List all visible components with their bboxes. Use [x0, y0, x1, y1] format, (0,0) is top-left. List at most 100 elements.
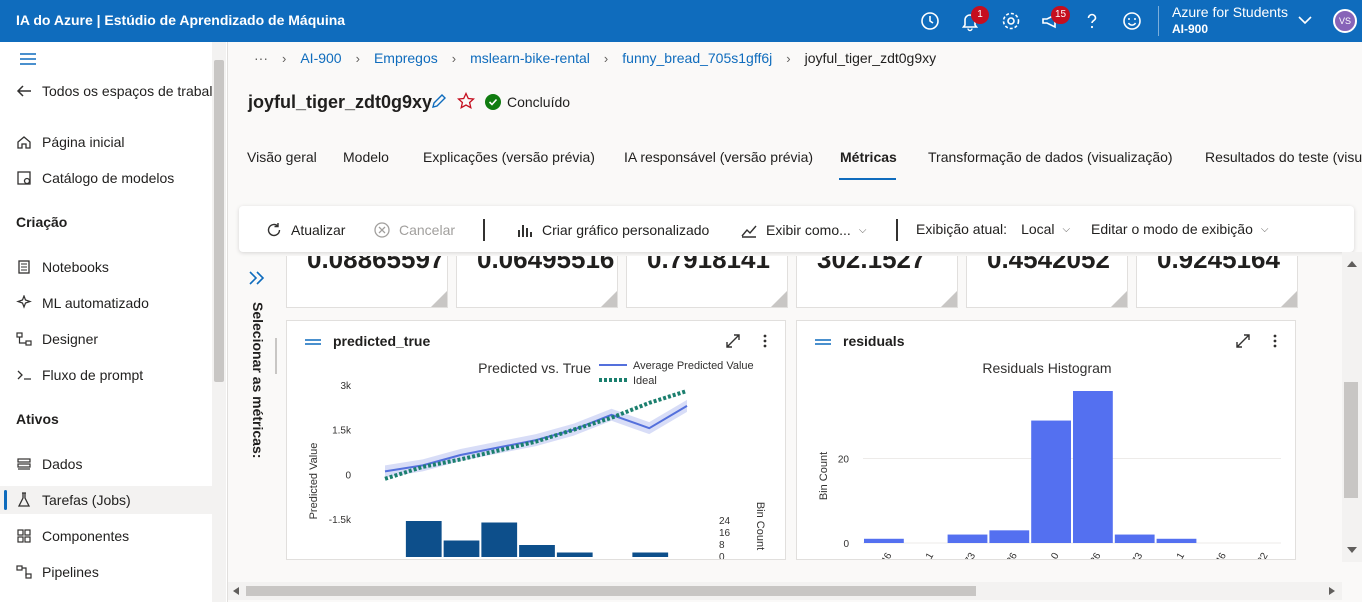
- sidebar-item-designer[interactable]: Designer: [16, 328, 98, 350]
- cancel-label: Cancelar: [399, 222, 456, 238]
- bin-bar: [556, 552, 593, 557]
- notebook-icon: [18, 260, 30, 274]
- bin-axis-label: Bin Count: [754, 502, 766, 550]
- x-tick-label: -344.36 – 0: [1027, 551, 1062, 560]
- sidebar-scrollbar-thumb[interactable]: [214, 60, 224, 382]
- x-tick-label: -1,033.1: [908, 551, 936, 560]
- bar-chart-icon: [518, 225, 532, 237]
- section-create: Criação: [16, 214, 68, 230]
- expand-icon[interactable]: [1235, 333, 1251, 349]
- sidebar-item-automl[interactable]: ML automatizado: [16, 292, 149, 314]
- histogram-bar: [947, 534, 988, 543]
- breadcrumb-separator: ›: [786, 50, 791, 66]
- sidebar-item-home[interactable]: Página inicial: [16, 131, 125, 153]
- y-tick-label: 1.5k: [332, 426, 352, 437]
- more-vertical-icon[interactable]: [757, 333, 773, 349]
- sidebar-item-label: ML automatizado: [42, 295, 149, 311]
- cancel-button[interactable]: Cancelar: [373, 221, 455, 239]
- tab-model[interactable]: Modelo: [343, 149, 389, 165]
- bin-tick-label: 8: [719, 540, 725, 551]
- breadcrumb-item[interactable]: mslearn-bike-rental: [470, 50, 590, 66]
- prompt-flow-icon: [17, 370, 31, 380]
- expand-icon[interactable]: [725, 333, 741, 349]
- sidebar-item-data[interactable]: Dados: [16, 453, 82, 475]
- scroll-up-icon[interactable]: [1346, 260, 1358, 268]
- refresh-button[interactable]: Atualizar: [265, 221, 345, 239]
- scroll-down-icon[interactable]: [1346, 546, 1358, 554]
- scroll-right-icon[interactable]: [1328, 586, 1336, 596]
- sidebar-item-model-catalog[interactable]: Catálogo de modelos: [16, 167, 174, 189]
- bin-tick-label: 24: [719, 516, 731, 527]
- sidebar-item-jobs[interactable]: Tarefas (Jobs): [16, 489, 131, 511]
- scroll-left-icon[interactable]: [232, 586, 240, 596]
- check-circle-icon: [485, 94, 501, 110]
- main-horizontal-scrollbar-thumb[interactable]: [246, 586, 976, 596]
- view-as-dropdown[interactable]: Exibir como... ⌵: [740, 221, 866, 239]
- main-vertical-scrollbar-thumb[interactable]: [1344, 382, 1358, 498]
- chevron-down-icon[interactable]: [1298, 15, 1312, 25]
- y-tick-label: 3k: [340, 381, 352, 392]
- bin-tick-label: 16: [719, 528, 731, 539]
- legend-label: Ideal: [633, 375, 657, 387]
- tab-responsible-ai[interactable]: IA responsável (versão prévia): [624, 149, 813, 165]
- predicted-true-card: predicted_true Predicted vs. True Averag…: [286, 320, 786, 560]
- metric-card: 302.1527: [796, 256, 958, 308]
- resize-handle[interactable]: [275, 338, 277, 374]
- sidebar-item-prompt-flow[interactable]: Fluxo de prompt: [16, 364, 143, 386]
- hamburger-icon[interactable]: [19, 52, 37, 66]
- double-chevron-right-icon[interactable]: [248, 270, 266, 286]
- bin-tick-label: 0: [719, 552, 725, 560]
- smiley-icon[interactable]: [1121, 10, 1143, 32]
- account-switcher[interactable]: Azure for Students AI-900: [1172, 4, 1288, 38]
- legend-label: Average Predicted Value: [633, 360, 754, 372]
- card-drag-icon[interactable]: [815, 339, 831, 345]
- help-icon[interactable]: [1081, 10, 1103, 32]
- breadcrumb-item[interactable]: Empregos: [374, 50, 438, 66]
- tab-metrics[interactable]: Métricas: [840, 149, 897, 165]
- histogram-bar: [1156, 538, 1197, 543]
- current-view-dropdown[interactable]: Exibição atual: Local ⌵: [916, 221, 1070, 237]
- edit-view-dropdown[interactable]: Editar o modo de exibição ⌵: [1091, 221, 1268, 237]
- card-title: predicted_true: [333, 333, 431, 349]
- bin-bar: [481, 522, 518, 557]
- predicted-true-chart: Predicted vs. True Average Predicted Val…: [308, 360, 766, 560]
- breadcrumb-separator: ›: [282, 50, 287, 66]
- avatar[interactable]: VS: [1333, 9, 1357, 33]
- breadcrumb-more[interactable]: ···: [254, 50, 268, 66]
- view-as-label: Exibir como...: [766, 222, 851, 238]
- tab-overview[interactable]: Visão geral: [247, 149, 317, 165]
- card-drag-icon[interactable]: [305, 339, 321, 345]
- breadcrumb-item[interactable]: AI-900: [300, 50, 341, 66]
- clock-icon[interactable]: [919, 10, 941, 32]
- sidebar-item-notebooks[interactable]: Notebooks: [16, 256, 109, 278]
- page-title: joyful_tiger_zdt0g9xy: [248, 92, 433, 112]
- x-tick-label: -1,377.46: [864, 551, 895, 560]
- breadcrumb-current: joyful_tiger_zdt0g9xy: [804, 50, 937, 66]
- back-to-workspaces[interactable]: Todos os espaços de trabal: [16, 80, 212, 102]
- metrics-selector-panel[interactable]: Selecionar as métricas:: [240, 262, 274, 562]
- residuals-card: residuals Residuals Histogram Bin Count …: [796, 320, 1296, 560]
- edit-view-label: Editar o modo de exibição: [1091, 221, 1253, 237]
- top-bar: IA do Azure | Estúdio de Aprendizado de …: [0, 0, 1362, 42]
- histogram-bar: [1114, 534, 1155, 543]
- breadcrumb-separator: ›: [355, 50, 360, 66]
- sidebar-item-components[interactable]: Componentes: [16, 525, 129, 547]
- app-title[interactable]: IA do Azure | Estúdio de Aprendizado de …: [16, 12, 345, 28]
- status-text: Concluído: [507, 94, 571, 110]
- tab-data-transformation[interactable]: Transformação de dados (visualização): [928, 149, 1173, 165]
- bin-bar: [632, 552, 669, 557]
- tab-test-results[interactable]: Resultados do teste (visua: [1205, 149, 1362, 165]
- more-vertical-icon[interactable]: [1267, 333, 1283, 349]
- home-icon: [17, 136, 31, 149]
- breadcrumb-item[interactable]: funny_bread_705s1gff6j: [622, 50, 772, 66]
- metric-card: 0.4542052: [966, 256, 1128, 308]
- tab-explanations[interactable]: Explicações (versão prévia): [423, 149, 595, 165]
- create-custom-chart-button[interactable]: Criar gráfico personalizado: [516, 221, 709, 239]
- edit-icon[interactable]: [430, 92, 448, 110]
- metric-card: 0.7918141: [626, 256, 788, 308]
- metric-card: 0.08865597: [286, 256, 448, 308]
- star-icon[interactable]: [457, 92, 475, 110]
- gear-icon[interactable]: [1000, 10, 1022, 32]
- metric-value: 0.9245164: [1157, 256, 1280, 274]
- sidebar-item-pipelines[interactable]: Pipelines: [16, 561, 99, 583]
